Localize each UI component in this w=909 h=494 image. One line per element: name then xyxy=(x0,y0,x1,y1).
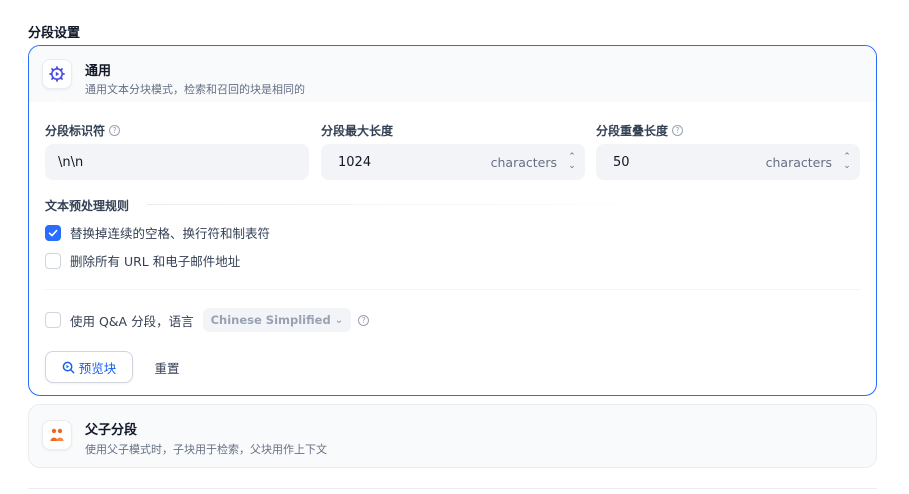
overlap-suffix: characters xyxy=(765,154,832,170)
rules-divider xyxy=(147,204,677,205)
preview-chunks-button[interactable]: 预览块 xyxy=(45,351,133,383)
preview-label[interactable]: 预览块 xyxy=(79,358,117,377)
language-select[interactable]: Chinese Simplified ⌄ xyxy=(202,308,352,332)
separator-label-text: 分段标识符 xyxy=(45,124,106,138)
search-icon xyxy=(62,361,75,373)
rule-label: 删除所有 URL 和电子邮件地址 xyxy=(70,254,241,269)
max-length-label: 分段最大长度 xyxy=(321,122,393,139)
general-mode-card[interactable]: 通用 通用文本分块模式，检索和召回的块是相同的 分段标识符 ? 分段最大长度 分… xyxy=(28,45,877,396)
overlap-value[interactable]: 50 xyxy=(596,155,766,170)
checkbox-checked[interactable] xyxy=(45,224,61,241)
general-mode-description: 通用文本分块模式，检索和召回的块是相同的 xyxy=(85,83,305,96)
bottom-divider xyxy=(28,488,877,489)
parent-child-icon xyxy=(42,420,72,450)
chevron-down-icon[interactable]: ⌄ xyxy=(843,162,851,171)
chevron-down-icon: ⌄ xyxy=(334,314,344,326)
header-notch xyxy=(51,100,65,107)
qa-label: 使用 Q&A 分段，语言 xyxy=(70,313,194,329)
qa-checkbox[interactable] xyxy=(45,312,61,328)
general-mode-header: 通用 通用文本分块模式，检索和召回的块是相同的 xyxy=(29,46,876,102)
max-length-value[interactable]: 1024 xyxy=(321,155,491,170)
overlap-input[interactable]: 50 characters ⌃ ⌄ xyxy=(596,144,860,180)
chevron-down-icon[interactable]: ⌄ xyxy=(568,162,576,171)
question-circle-icon[interactable]: ? xyxy=(358,314,370,326)
overlap-label: 分段重叠长度 ? xyxy=(596,122,684,139)
rule-replace-whitespace[interactable]: 替换掉连续的空格、换行符和制表符 xyxy=(45,223,270,242)
overlap-label-text: 分段重叠长度 xyxy=(596,124,669,138)
overlap-stepper[interactable]: ⌃ ⌄ xyxy=(838,144,856,180)
gear-play-icon xyxy=(42,59,72,89)
separator-label: 分段标识符 ? xyxy=(45,122,121,139)
section-title: 分段设置 xyxy=(28,26,81,41)
qa-segmentation-row[interactable]: 使用 Q&A 分段，语言 Chinese Simplified ⌄ ? xyxy=(45,308,370,332)
reset-button[interactable]: 重置 xyxy=(145,351,189,383)
general-mode-title: 通用 xyxy=(85,64,112,79)
max-length-label-text: 分段最大长度 xyxy=(321,124,394,138)
question-circle-icon[interactable]: ? xyxy=(109,125,121,136)
checkbox-unchecked[interactable] xyxy=(45,252,61,269)
separator-value[interactable]: \n\n xyxy=(45,155,309,170)
check-icon xyxy=(48,229,58,236)
section-divider xyxy=(45,289,860,290)
rule-label: 替换掉连续的空格、换行符和制表符 xyxy=(70,226,271,241)
separator-input[interactable]: \n\n xyxy=(45,144,309,180)
rules-title: 文本预处理规则 xyxy=(45,199,130,213)
language-value: Chinese Simplified xyxy=(210,313,331,327)
question-circle-icon[interactable]: ? xyxy=(672,125,684,136)
max-length-input[interactable]: 1024 characters ⌃ ⌄ xyxy=(321,144,585,180)
parent-child-title: 父子分段 xyxy=(85,423,138,438)
parent-child-mode-card[interactable]: 父子分段 使用父子模式时，子块用于检索，父块用作上下文 xyxy=(28,404,877,468)
max-length-stepper[interactable]: ⌃ ⌄ xyxy=(563,144,581,180)
parent-child-description: 使用父子模式时，子块用于检索，父块用作上下文 xyxy=(85,443,327,456)
max-length-suffix: characters xyxy=(490,154,557,170)
rule-remove-urls[interactable]: 删除所有 URL 和电子邮件地址 xyxy=(45,251,240,270)
